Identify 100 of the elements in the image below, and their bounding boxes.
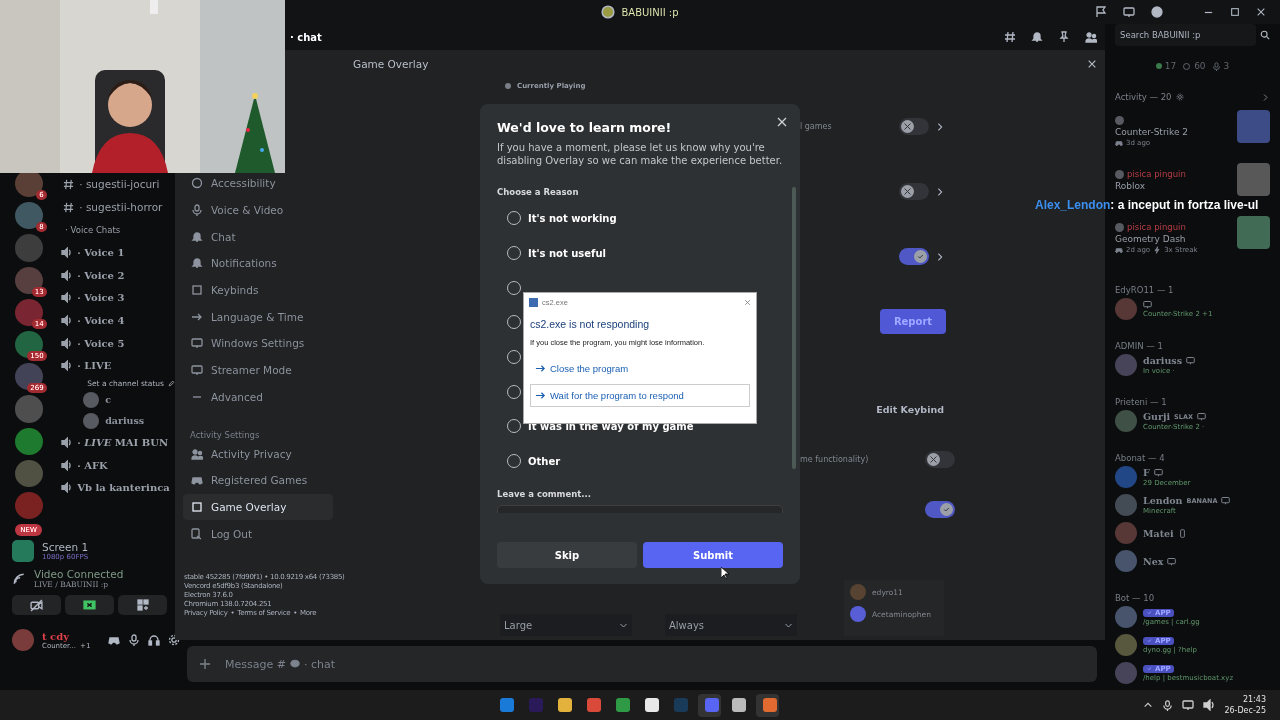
settings-nav-item[interactable]: Language & Time bbox=[183, 303, 333, 331]
mic-icon[interactable] bbox=[128, 634, 141, 646]
search-field[interactable]: Search BABUINII :p bbox=[1115, 24, 1256, 46]
channel-name[interactable]: · sugestii-horror bbox=[79, 201, 163, 214]
dialog-option[interactable]: Wait for the program to respond bbox=[530, 384, 750, 407]
activities-button[interactable] bbox=[118, 595, 167, 615]
close-icon[interactable] bbox=[1256, 7, 1266, 17]
member-name[interactable]: c bbox=[105, 394, 111, 406]
pin-icon[interactable] bbox=[1058, 31, 1070, 43]
game-name: Roblox bbox=[1115, 181, 1147, 191]
nav-icon bbox=[191, 230, 203, 243]
maximize-icon[interactable] bbox=[1230, 7, 1240, 17]
settings-nav-item[interactable]: Voice & Video bbox=[183, 196, 333, 224]
channel-name[interactable]: · sugestii-jocuri bbox=[79, 178, 160, 191]
settings-nav-item[interactable]: Streamer Mode bbox=[183, 356, 333, 384]
message-placeholder-channel[interactable]: · chat bbox=[303, 657, 335, 671]
share-screen-button[interactable] bbox=[65, 595, 114, 615]
volume-icon[interactable] bbox=[1203, 699, 1216, 711]
settings-icon[interactable] bbox=[168, 634, 181, 646]
mouse-cursor-icon bbox=[721, 567, 729, 579]
voice-channel-name[interactable]: · Voice 3 bbox=[77, 292, 125, 304]
speech-bubble-icon bbox=[289, 659, 300, 669]
member-name[interactable]: dariuss bbox=[1143, 355, 1183, 366]
settings-nav-item[interactable]: Accessibility bbox=[183, 170, 333, 197]
network-icon[interactable] bbox=[1182, 699, 1195, 711]
member-name[interactable]: Nex bbox=[1143, 555, 1164, 567]
gamepad-icon bbox=[1115, 139, 1123, 147]
toggle-switch[interactable] bbox=[899, 118, 929, 135]
dialog-option[interactable]: Close the program bbox=[530, 357, 750, 380]
help-icon[interactable] bbox=[1151, 6, 1163, 18]
toggle-switch[interactable] bbox=[899, 183, 929, 200]
setting-text: me functionality) bbox=[800, 454, 869, 464]
user-name[interactable]: pisica pinguin bbox=[1127, 169, 1186, 179]
dropdown[interactable]: Large bbox=[500, 614, 632, 636]
settings-nav-item[interactable]: Chat bbox=[183, 223, 333, 251]
voice-channel-name[interactable]: · AFK bbox=[77, 459, 108, 471]
dropdown[interactable]: Always bbox=[665, 614, 797, 636]
game-name: Counter-Strike 2 bbox=[1115, 127, 1190, 137]
avatar bbox=[850, 584, 866, 600]
settings-nav-item[interactable]: Notifications bbox=[183, 250, 333, 277]
gamepad-icon[interactable] bbox=[108, 634, 121, 646]
chevron-icon bbox=[935, 186, 945, 197]
member-name[interactable]: F bbox=[1143, 467, 1150, 478]
server-icon[interactable] bbox=[14, 427, 43, 455]
pencil-icon bbox=[168, 379, 175, 387]
nav-icon bbox=[191, 337, 203, 350]
bell-icon[interactable] bbox=[1031, 31, 1043, 43]
settings-nav-item[interactable]: Log Out bbox=[183, 520, 333, 547]
settings-nav-item[interactable]: Keybinds bbox=[183, 276, 333, 304]
clock-time[interactable]: 21:43 bbox=[1242, 694, 1266, 705]
member-name[interactable]: Matei bbox=[1143, 527, 1174, 539]
stream-thumbnail[interactable] bbox=[12, 540, 34, 562]
avatar bbox=[1115, 494, 1137, 516]
x-icon bbox=[903, 122, 912, 131]
close-icon[interactable] bbox=[1087, 59, 1097, 69]
settings-nav-item[interactable]: Game Overlay bbox=[183, 493, 333, 521]
plus-icon[interactable] bbox=[199, 658, 211, 670]
headset-icon[interactable] bbox=[148, 634, 161, 646]
chevron-up-icon[interactable] bbox=[1143, 700, 1154, 710]
clock-date[interactable]: 26-Dec-25 bbox=[1224, 705, 1266, 716]
toggle-switch[interactable] bbox=[925, 500, 955, 518]
reason-option[interactable]: It's not useful bbox=[497, 235, 783, 271]
skip-button[interactable]: Skip bbox=[497, 542, 637, 568]
settings-nav-item[interactable]: Registered Games bbox=[183, 466, 333, 494]
x-icon bbox=[903, 187, 912, 196]
submit-button[interactable]: Submit bbox=[643, 542, 783, 568]
voice-channel-name[interactable]: Vb la kanterinca bbox=[77, 482, 170, 494]
device-icon bbox=[1196, 412, 1206, 421]
camera-button[interactable] bbox=[12, 595, 61, 615]
member-name[interactable]: dariuss bbox=[105, 415, 145, 427]
avatar bbox=[850, 606, 866, 622]
voice-channel-name[interactable]: · Voice 5 bbox=[77, 337, 125, 349]
voice-channel-name[interactable]: · LIVE bbox=[77, 360, 112, 372]
toggle-switch[interactable] bbox=[925, 450, 955, 468]
speaker-icon bbox=[61, 246, 73, 258]
edit-keybind-button[interactable]: Edit Keybind bbox=[870, 402, 950, 416]
category-label[interactable]: · Voice Chats bbox=[57, 224, 121, 235]
scrollbar[interactable] bbox=[792, 187, 796, 469]
voice-channel-name[interactable]: · Voice 4 bbox=[77, 314, 125, 326]
reason-option[interactable]: Other bbox=[497, 443, 783, 479]
check-icon bbox=[916, 252, 925, 261]
avatar bbox=[1115, 634, 1137, 656]
screen-icon[interactable] bbox=[1123, 6, 1135, 18]
voice-channel-name[interactable]: · LIVE MAI BUN bbox=[77, 437, 169, 449]
member-name[interactable]: Gurji bbox=[1143, 411, 1171, 422]
dialog-description: If you have a moment, please let us know why you're disabling Overlay so we can make the experience better. bbox=[497, 141, 783, 167]
nav-icon bbox=[191, 500, 203, 513]
reason-option[interactable]: It's not working bbox=[497, 201, 783, 236]
members-icon[interactable] bbox=[1085, 31, 1097, 43]
user-name[interactable]: pisica pinguin bbox=[1127, 222, 1186, 232]
settings-nav-item[interactable]: Activity Privacy bbox=[183, 440, 333, 467]
settings-nav-item[interactable]: Windows Settings bbox=[183, 330, 333, 357]
voice-channel-name[interactable]: · Voice 2 bbox=[77, 269, 125, 281]
toggle-switch[interactable] bbox=[899, 248, 929, 265]
settings-nav-item[interactable]: Advanced bbox=[183, 383, 333, 411]
mic-icon[interactable] bbox=[1162, 699, 1174, 711]
connection-status: Video Connected bbox=[34, 568, 124, 580]
message-placeholder[interactable]: Message # bbox=[225, 657, 286, 671]
voice-channel-name[interactable]: · Voice 1 bbox=[77, 246, 125, 258]
member-name[interactable]: Lendon bbox=[1143, 495, 1183, 506]
